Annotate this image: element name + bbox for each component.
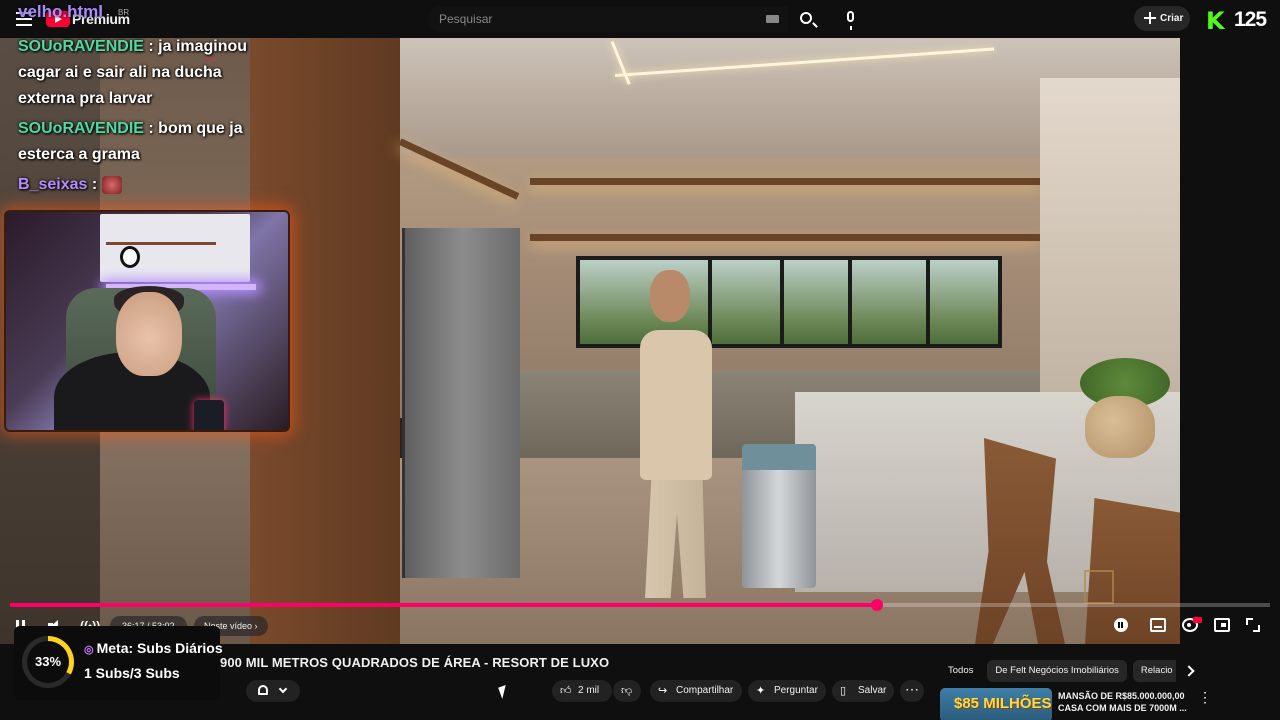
goal-percent: 33% [34, 654, 62, 669]
like-count: 2 mil [578, 685, 600, 696]
ask-button[interactable]: ✦ Perguntar [748, 680, 826, 702]
scene-person-head [650, 270, 690, 322]
goal-title-text: Meta: Subs Diários [96, 640, 223, 656]
chat-username[interactable]: SOUoRAVENDIE [18, 120, 144, 137]
miniplayer-icon[interactable] [1214, 618, 1230, 632]
webcam-overlay [4, 210, 290, 432]
chevron-down-icon [278, 684, 288, 694]
thumbs-up-icon: 👍︎ [560, 684, 572, 697]
progress-bar[interactable] [10, 599, 1270, 611]
fullscreen-icon[interactable] [1246, 618, 1260, 632]
filter-chip[interactable]: De Felt Negócios Imobiliários [987, 660, 1127, 682]
save-button[interactable]: ▯ Salvar [832, 680, 894, 702]
dislike-button[interactable]: 👎︎ [613, 680, 641, 702]
search-box [428, 6, 788, 32]
chat-message: SOUoRAVENDIE : bom que ja esterca a gram… [18, 116, 268, 168]
kebab-menu-icon[interactable]: ⋮ [1198, 690, 1212, 706]
recommended-video-title[interactable]: MANSÃO DE R$85.000.000,00 CASA COM MAIS … [1058, 690, 1188, 714]
create-button-label: Criar [1160, 13, 1184, 24]
filter-chip[interactable]: Todos [940, 660, 981, 682]
subscriber-goal-widget: 33% ◎ Meta: Subs Diários 1 Subs/3 Subs [14, 626, 223, 700]
chat-overlay: SOUoRAVENDIE : ja imaginou cagar ai e sa… [18, 34, 268, 202]
scene-fridge [402, 228, 520, 578]
search-button[interactable] [788, 6, 826, 32]
chat-username[interactable]: B_seixas [18, 176, 87, 193]
webcam-streamer-head [116, 292, 182, 376]
scene-trash-bin-lid [742, 444, 816, 470]
chat-message: B_seixas : [18, 172, 268, 198]
scene-window [576, 256, 1002, 348]
plus-icon [1144, 12, 1156, 24]
screen: Premium BR Criar K 125 velho.html SOUoRA… [0, 0, 1280, 720]
webcam-shelf-board [106, 242, 216, 245]
scene-window-frame [780, 260, 784, 344]
sparkle-icon: ✦ [756, 684, 766, 697]
target-icon: ◎ [84, 644, 94, 656]
scene-window-frame [848, 260, 852, 344]
share-label: Compartilhar [676, 685, 734, 696]
scene-shelf [530, 178, 1040, 185]
progress-bar-fill [10, 603, 877, 607]
recommendation-filter-chips: Todos De Felt Negócios Imobiliários Relaci… [940, 660, 1176, 682]
ask-label: Perguntar [774, 685, 818, 696]
share-icon: ↪ [658, 684, 668, 697]
notification-bell-button[interactable] [246, 680, 300, 702]
microphone-icon [847, 11, 854, 30]
mouse-cursor-icon [498, 684, 510, 700]
progress-scrubber-handle[interactable] [870, 599, 883, 611]
scene-person-body [640, 330, 712, 480]
chat-message-text: : [91, 176, 98, 193]
scene-vase [1085, 396, 1155, 458]
hd-badge [1193, 617, 1202, 623]
video-watermark-logo [1084, 570, 1114, 604]
keyboard-icon[interactable] [766, 15, 779, 23]
search-input[interactable] [428, 6, 748, 32]
scene-shelf [530, 234, 1040, 241]
scene-window-frame [708, 260, 712, 344]
recommended-video-thumbnail[interactable]: $85 MILHÕES [940, 688, 1052, 720]
save-label: Salvar [858, 685, 887, 696]
webcam-panda-figure [120, 246, 140, 268]
webcam-mug [194, 400, 224, 430]
video-letterbox [1180, 38, 1280, 644]
thumbs-down-icon: 👎︎ [621, 684, 633, 697]
top-bar: Premium BR Criar K 125 [0, 0, 1280, 38]
thumbnail-text: $85 MILHÕES [954, 695, 1052, 712]
channel-overlay-text: velho.html [18, 2, 104, 21]
autoplay-toggle-icon[interactable] [1114, 618, 1128, 632]
kick-viewer-count: 125 [1234, 8, 1267, 31]
goal-title: ◎ Meta: Subs Diários [84, 640, 223, 656]
share-button[interactable]: ↪ Compartilhar [650, 680, 742, 702]
create-button[interactable]: Criar [1134, 6, 1190, 31]
bookmark-icon: ▯ [840, 684, 847, 697]
bell-icon [258, 685, 268, 695]
chat-username[interactable]: SOUoRAVENDIE [18, 38, 144, 55]
emote-icon [101, 175, 122, 194]
kick-logo-icon: K [1206, 7, 1225, 35]
filter-chip[interactable]: Relacio [1132, 660, 1176, 682]
video-title: 900 MIL METROS QUADRADOS DE ÁREA - RESOR… [220, 655, 610, 670]
goal-subtitle: 1 Subs/3 Subs [84, 665, 180, 681]
search-icon [800, 12, 812, 24]
channel-name-fragment[interactable]: os [206, 54, 216, 64]
like-button[interactable]: 👍︎ 2 mil [552, 680, 612, 702]
chat-message: SOUoRAVENDIE : ja imaginou cagar ai e sa… [18, 34, 268, 112]
more-actions-button[interactable]: ⋯ [900, 680, 924, 702]
scene-window-frame [926, 260, 930, 344]
chevron-right-icon[interactable] [1182, 663, 1198, 679]
voice-search-button[interactable] [836, 6, 866, 32]
captions-icon[interactable] [1150, 618, 1166, 632]
country-code: BR [118, 8, 130, 17]
